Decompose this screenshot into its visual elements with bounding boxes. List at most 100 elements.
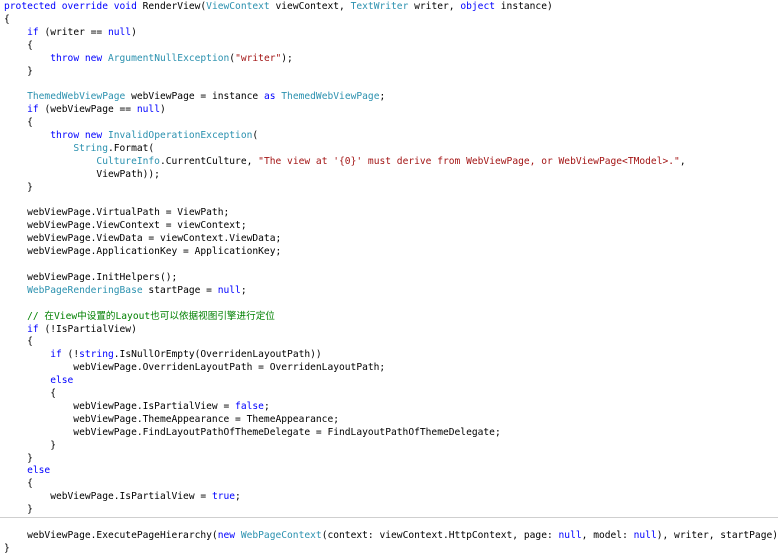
code-token: {: [4, 388, 56, 399]
code-token: (!: [61, 349, 80, 361]
code-token: {: [4, 478, 33, 490]
code-token: if: [27, 104, 39, 116]
code-token: webViewPage.ApplicationKey = Application…: [4, 246, 282, 258]
code-token: ): [131, 26, 137, 38]
code-token: "The view at '{0}' must derive from WebV…: [258, 155, 680, 167]
code-token: null: [107, 26, 132, 38]
code-token: InvalidOperationException: [107, 130, 253, 141]
code-line: if (!string.IsNullOrEmpty(OverridenLayou…: [4, 349, 322, 362]
code-line: throw new ArgumentNullException("writer"…: [4, 53, 293, 66]
code-token: }: [4, 452, 33, 464]
code-token: ViewPath));: [4, 168, 160, 180]
code-line: {: [4, 14, 10, 27]
code-token: webViewPage.VirtualPath = ViewPath;: [4, 207, 230, 219]
code-line: else: [4, 375, 73, 388]
code-token: }: [4, 439, 56, 451]
code-token: if: [50, 349, 62, 361]
code-token: , model:: [581, 530, 634, 541]
code-line: String.Format(: [4, 143, 154, 156]
code-line: webViewPage.ApplicationKey = Application…: [4, 246, 281, 259]
code-token: true: [211, 491, 236, 503]
code-token: "writer": [235, 52, 282, 64]
code-token: }: [4, 65, 33, 77]
code-line: }: [4, 504, 33, 517]
code-line: webViewPage.ExecutePageHierarchy(new Web…: [4, 530, 778, 543]
code-token: webViewPage.InitHelpers();: [4, 271, 178, 283]
code-token: new: [217, 530, 236, 541]
code-line: {: [4, 117, 33, 130]
code-token: {: [4, 117, 33, 129]
code-token: (: [252, 130, 259, 141]
code-token: startPage =: [142, 284, 218, 296]
code-line: }: [4, 453, 33, 466]
code-token: false: [235, 400, 264, 412]
code-token: // 在View中设置的Layout也可以依据视图引擎进行定位: [27, 310, 275, 322]
code-token: ), writer, startPage);: [656, 530, 778, 541]
code-line: }: [4, 543, 10, 556]
code-line: webViewPage.ViewContext = viewContext;: [4, 220, 247, 233]
code-token: {: [4, 13, 10, 25]
code-line: if (!IsPartialView): [4, 324, 137, 337]
code-token: null: [217, 284, 241, 296]
code-token: {: [4, 336, 33, 348]
code-token: ;: [240, 284, 247, 296]
code-token: }: [4, 542, 10, 554]
code-token: null: [558, 530, 582, 541]
code-line: webViewPage.VirtualPath = ViewPath;: [4, 207, 229, 220]
code-token: else: [50, 375, 74, 387]
code-token: ArgumentNullException: [107, 52, 230, 64]
code-token: webViewPage.IsPartialView =: [4, 400, 236, 412]
code-token: if: [27, 26, 39, 38]
code-line: }: [4, 182, 33, 195]
code-line: WebPageRenderingBase startPage = null;: [4, 285, 247, 298]
code-token: TextWriter: [350, 1, 409, 12]
code-line: if (writer == null): [4, 27, 137, 40]
code-line: }: [4, 440, 56, 453]
code-line: webViewPage.ViewData = viewContext.ViewD…: [4, 233, 281, 246]
code-token: null: [633, 530, 657, 541]
code-token: ,: [679, 155, 686, 167]
code-token: webViewPage.ExecutePageHierarchy(: [4, 530, 218, 541]
code-line: {: [4, 478, 33, 491]
code-token: else: [27, 465, 51, 477]
code-token: protected override void: [4, 1, 137, 12]
code-line: webViewPage.InitHelpers();: [4, 272, 177, 285]
code-line: {: [4, 336, 33, 349]
code-token: String: [73, 142, 108, 154]
code-token: }: [4, 181, 33, 193]
code-line: ThemedWebViewPage webViewPage = instance…: [4, 91, 385, 104]
code-line: if (webViewPage == null): [4, 104, 166, 117]
code-token: webViewPage.OverridenLayoutPath = Overri…: [4, 362, 386, 374]
code-token: null: [136, 104, 160, 116]
code-token: ViewContext: [206, 1, 270, 12]
code-line: // 在View中设置的Layout也可以依据视图引擎进行定位: [4, 311, 275, 324]
code-token: instance): [495, 1, 553, 12]
code-line: {: [4, 40, 33, 53]
code-token: if: [27, 323, 39, 335]
code-token: throw new: [50, 52, 103, 64]
code-token: ): [159, 104, 166, 116]
code-editor[interactable]: protected override void RenderView(ViewC…: [0, 0, 778, 555]
code-line: protected override void RenderView(ViewC…: [4, 1, 553, 14]
code-token: writer,: [408, 1, 461, 12]
code-token: ;: [235, 491, 241, 503]
code-token: webViewPage.FindLayoutPathOfThemeDelegat…: [4, 426, 501, 438]
code-token: webViewPage.IsPartialView =: [4, 491, 212, 503]
code-token: ;: [379, 91, 386, 103]
code-token: RenderView(: [136, 1, 207, 12]
code-token: .IsNullOrEmpty(OverridenLayoutPath)): [113, 349, 322, 361]
code-token: viewContext,: [269, 1, 351, 12]
code-token: WebPageContext: [240, 530, 322, 541]
